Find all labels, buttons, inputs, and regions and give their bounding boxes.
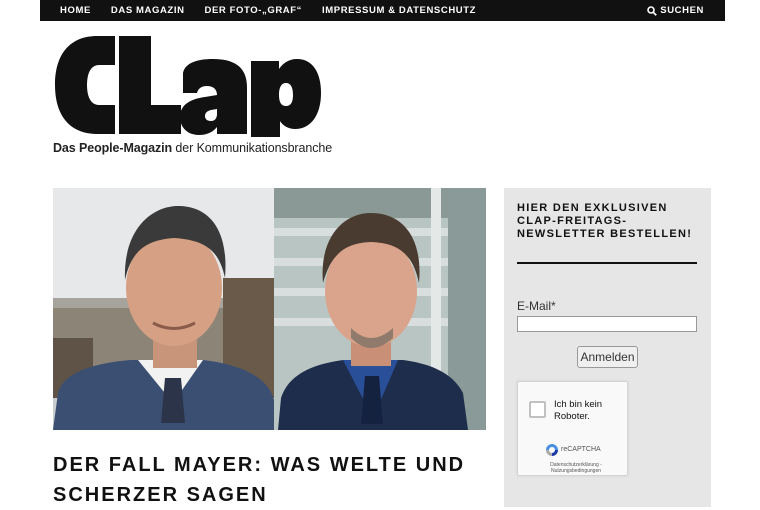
newsletter-title: HIER DEN EXKLUSIVEN CLAP-FREITAGS-NEWSLE… (517, 202, 693, 240)
article-hero-image[interactable] (53, 188, 486, 430)
tagline-bold: Das People-Magazin (53, 141, 173, 155)
nav-der-foto-graf[interactable]: DER FOTO-„GRAF“ (205, 5, 303, 16)
nav-das-magazin[interactable]: DAS MAGAZIN (111, 5, 185, 16)
recaptcha-links[interactable]: Datenschutzerklärung - Nutzungsbedingung… (536, 462, 616, 474)
email-field[interactable] (517, 316, 697, 332)
recaptcha-logo-icon (546, 444, 558, 456)
search-button[interactable]: SUCHEN (647, 0, 704, 21)
search-icon (647, 5, 658, 16)
newsletter-widget: HIER DEN EXKLUSIVEN CLAP-FREITAGS-NEWSLE… (504, 188, 711, 507)
tagline-rest: der Kommunikationsbranche (172, 141, 333, 155)
clap-logo-graphic (55, 36, 321, 137)
newsletter-divider (517, 262, 697, 264)
nav-impressum-datenschutz[interactable]: IMPRESSUM & DATENSCHUTZ (322, 5, 476, 16)
subscribe-button[interactable]: Anmelden (577, 346, 638, 368)
email-label: E-Mail* (517, 299, 556, 313)
site-tagline: Das People-Magazin der Kommunikationsbra… (53, 141, 332, 155)
article-headline[interactable]: DER FALL MAYER: WAS WELTE UND SCHERZER S… (53, 450, 483, 510)
search-label: SUCHEN (660, 5, 704, 16)
recaptcha-checkbox[interactable] (529, 401, 546, 418)
portraits-photo (53, 188, 486, 430)
recaptcha-brand: reCAPTCHA (561, 446, 601, 453)
recaptcha-widget: Ich bin kein Roboter. reCAPTCHA Datensch… (517, 381, 628, 476)
nav-home[interactable]: HOME (60, 5, 91, 16)
site-logo[interactable] (53, 33, 323, 137)
recaptcha-label: Ich bin kein Roboter. (554, 399, 603, 422)
main-menu: HOME DAS MAGAZIN DER FOTO-„GRAF“ IMPRESS… (40, 0, 476, 21)
top-navigation-bar: HOME DAS MAGAZIN DER FOTO-„GRAF“ IMPRESS… (40, 0, 725, 21)
